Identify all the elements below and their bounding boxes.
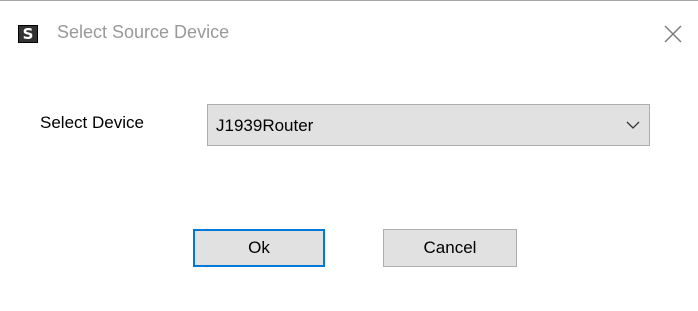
close-button[interactable] [661,22,685,46]
select-device-label: Select Device [40,113,144,132]
cancel-button[interactable]: Cancel [383,229,517,267]
app-logo-icon: S [18,25,38,43]
close-icon [664,25,682,43]
dialog-window: S Select Source Device Select Device J19… [0,0,698,311]
ok-button[interactable]: Ok [193,229,325,267]
app-logo-glyph: S [22,25,34,43]
title-bar: S Select Source Device [0,1,698,63]
device-select-value: J1939Router [216,116,314,135]
chevron-down-icon [626,121,640,129]
device-select[interactable]: J1939Router [207,104,650,146]
window-title: Select Source Device [57,22,230,42]
